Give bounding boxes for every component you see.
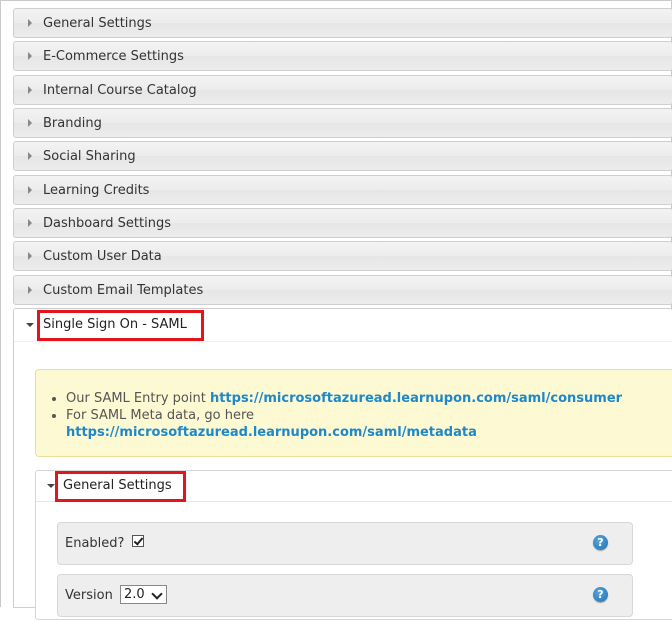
saml-panel-title: Single Sign On - SAML [43, 317, 187, 332]
enabled-label: Enabled? [65, 536, 125, 551]
version-value: 2.0 [124, 587, 145, 602]
metadata-link[interactable]: https://microsoftazuread.learnupon.com/s… [66, 425, 477, 440]
accordion-label: Social Sharing [43, 149, 136, 164]
saml-general-settings-panel: General Settings Enabled? ? Version 2.0 … [35, 470, 672, 620]
caret-right-icon [28, 186, 32, 194]
accordion-dashboard-settings[interactable]: Dashboard Settings [13, 208, 672, 238]
caret-right-icon [28, 119, 32, 127]
accordion-label: Custom User Data [43, 249, 162, 264]
accordion-label: Internal Course Catalog [43, 83, 197, 98]
general-settings-header[interactable]: General Settings [36, 471, 672, 502]
version-label: Version [65, 588, 113, 603]
caret-right-icon [28, 219, 32, 227]
caret-down-icon [47, 484, 55, 488]
accordion-branding[interactable]: Branding [13, 108, 672, 138]
accordion-label: Dashboard Settings [43, 216, 171, 231]
accordion-label: Branding [43, 116, 102, 131]
enabled-field: Enabled? ? [57, 522, 633, 565]
general-settings-title: General Settings [63, 478, 172, 493]
metadata-item: For SAML Meta data, go here https://micr… [52, 407, 622, 441]
caret-right-icon [28, 19, 32, 27]
bullet-icon [52, 414, 56, 418]
saml-info-list: Our SAML Entry point https://microsoftaz… [52, 390, 622, 441]
help-icon[interactable]: ? [593, 535, 608, 550]
saml-panel: Single Sign On - SAML Our SAML Entry poi… [13, 308, 672, 620]
accordion-e-commerce-settings[interactable]: E-Commerce Settings [13, 41, 672, 71]
help-icon[interactable]: ? [593, 587, 608, 602]
caret-right-icon [28, 252, 32, 260]
accordion-general-settings[interactable]: General Settings [13, 8, 672, 38]
accordion-custom-email-templates[interactable]: Custom Email Templates [13, 275, 672, 305]
accordion-custom-user-data[interactable]: Custom User Data [13, 241, 672, 271]
version-field: Version 2.0 ? [57, 574, 633, 617]
entry-point-item: Our SAML Entry point https://microsoftaz… [52, 390, 622, 407]
entry-point-link[interactable]: https://microsoftazuread.learnupon.com/s… [210, 391, 622, 406]
enabled-checkbox[interactable] [132, 535, 144, 547]
entry-point-text: Our SAML Entry point [66, 391, 206, 406]
accordion-social-sharing[interactable]: Social Sharing [13, 141, 672, 171]
accordion-label: E-Commerce Settings [43, 49, 184, 64]
accordion-label: Custom Email Templates [43, 283, 204, 298]
accordion-learning-credits[interactable]: Learning Credits [13, 175, 672, 205]
bullet-icon [52, 397, 56, 401]
chevron-down-icon [151, 588, 163, 600]
metadata-text: For SAML Meta data, go here [66, 408, 255, 423]
caret-right-icon [28, 286, 32, 294]
version-select[interactable]: 2.0 [120, 585, 167, 604]
accordion-label: Learning Credits [43, 183, 150, 198]
accordion-label: General Settings [43, 16, 152, 31]
saml-panel-header[interactable]: Single Sign On - SAML [14, 309, 672, 342]
accordion-internal-course-catalog[interactable]: Internal Course Catalog [13, 75, 672, 105]
caret-right-icon [28, 152, 32, 160]
caret-right-icon [28, 86, 32, 94]
saml-info-box: Our SAML Entry point https://microsoftaz… [35, 369, 672, 457]
caret-down-icon [26, 323, 34, 327]
caret-right-icon [28, 52, 32, 60]
